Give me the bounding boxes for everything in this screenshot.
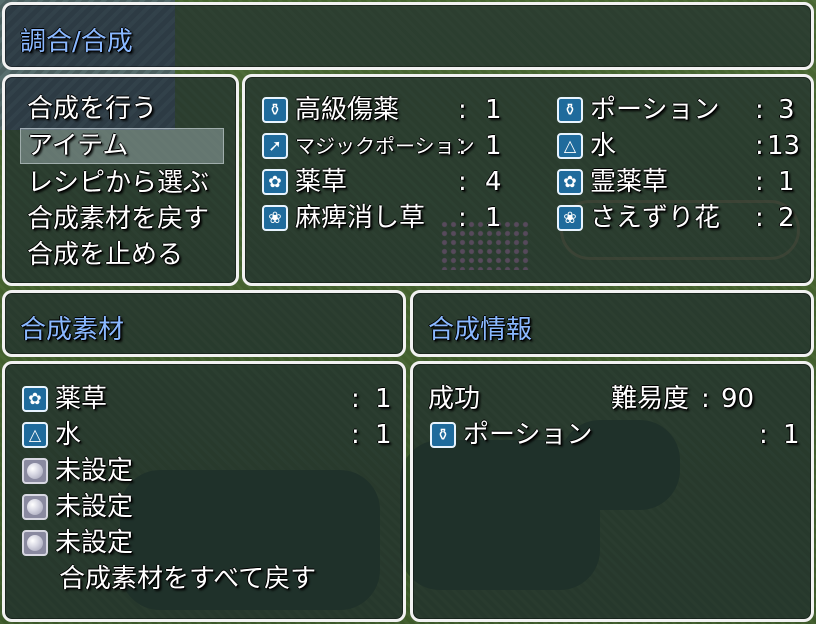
herb-icon: ✿ xyxy=(262,169,288,195)
menu-item-items[interactable]: アイテム xyxy=(27,128,128,164)
difficulty-colon: : xyxy=(701,384,710,414)
inventory-item-qty: 4 xyxy=(485,167,502,197)
inventory-item-qty: 1 xyxy=(485,131,502,161)
material-slot-name[interactable]: 未設定 xyxy=(55,525,133,561)
potion-flask-icon: ⚱ xyxy=(262,97,288,123)
difficulty-value: 90 xyxy=(721,384,755,414)
empty-orb-icon xyxy=(22,530,48,556)
inventory-item-qty: 1 xyxy=(485,203,502,233)
return-all-materials-button[interactable]: 合成素材をすべて戻す xyxy=(59,561,316,597)
qty-colon: : xyxy=(755,131,764,161)
qty-colon: : xyxy=(458,131,467,161)
qty-colon: : xyxy=(755,95,764,125)
menu-item-recipes[interactable]: レシピから選ぶ xyxy=(27,165,209,201)
command-menu-window: 合成を行う アイテム レシピから選ぶ 合成素材を戻す 合成を止める xyxy=(2,74,239,286)
inventory-item-name[interactable]: 薬草 xyxy=(295,164,347,200)
synthesis-status: 成功 xyxy=(428,384,481,414)
qty-colon: : xyxy=(458,95,467,125)
material-slot-name[interactable]: 未設定 xyxy=(55,453,133,489)
inventory-item-name[interactable]: 麻痺消し草 xyxy=(295,200,425,236)
flower-icon: ❀ xyxy=(557,205,583,231)
qty-colon: : xyxy=(458,167,467,197)
qty-colon: : xyxy=(458,203,467,233)
material-slot-name[interactable]: 水 xyxy=(55,417,81,453)
info-window: 成功 難易度 : 90 ⚱ ポーション : 1 xyxy=(410,361,814,622)
materials-title-window: 合成素材 xyxy=(2,290,406,357)
inventory-item-name[interactable]: マジックポーション xyxy=(295,128,475,164)
inventory-item-qty: 1 xyxy=(485,95,502,125)
materials-window: ✿ 薬草 : 1 △ 水 : 1 未設定 未設定 未設定 合成素材をすべて戻す xyxy=(2,361,406,622)
qty-colon: : xyxy=(755,203,764,233)
wand-icon: ➚ xyxy=(262,133,288,159)
difficulty-label: 難易度 xyxy=(611,384,690,414)
header-window: 調合/合成 xyxy=(2,2,814,70)
material-slot-name[interactable]: 薬草 xyxy=(55,381,107,417)
flower-icon: ❀ xyxy=(262,205,288,231)
herb-icon: ✿ xyxy=(557,169,583,195)
water-jar-icon: △ xyxy=(557,133,583,159)
potion-flask-icon: ⚱ xyxy=(557,97,583,123)
herb-icon: ✿ xyxy=(22,386,48,412)
material-slot-name[interactable]: 未設定 xyxy=(55,489,133,525)
qty-colon: : xyxy=(755,167,764,197)
result-item-name: ポーション xyxy=(463,420,593,450)
inventory-item-name[interactable]: 高級傷薬 xyxy=(295,92,399,128)
inventory-item-name[interactable]: さえずり花 xyxy=(590,200,720,236)
qty-colon: : xyxy=(351,384,360,414)
menu-item-synthesize[interactable]: 合成を行う xyxy=(27,91,157,127)
inventory-item-name[interactable]: ポーション xyxy=(590,92,719,128)
page-title: 調合/合成 xyxy=(20,27,133,57)
result-item-qty: 1 xyxy=(783,420,800,450)
potion-flask-icon: ⚱ xyxy=(430,422,456,448)
inventory-item-name[interactable]: 水 xyxy=(590,128,616,164)
inventory-item-qty: 2 xyxy=(778,203,795,233)
info-title: 合成情報 xyxy=(428,315,533,345)
inventory-item-name[interactable]: 霊薬草 xyxy=(590,164,668,200)
menu-item-return-materials[interactable]: 合成素材を戻す xyxy=(27,201,209,237)
water-jar-icon: △ xyxy=(22,422,48,448)
materials-title: 合成素材 xyxy=(20,315,125,345)
inventory-item-qty: 1 xyxy=(778,167,795,197)
qty-colon: : xyxy=(351,420,360,450)
material-slot-qty: 1 xyxy=(375,420,392,450)
inventory-item-qty: 3 xyxy=(778,95,795,125)
inventory-window: ⚱ 高級傷薬 : 1 ⚱ ポーション : 3 ➚ マジックポーション : 1 △… xyxy=(242,74,814,286)
qty-colon: : xyxy=(759,420,768,450)
empty-orb-icon xyxy=(22,458,48,484)
info-title-window: 合成情報 xyxy=(410,290,814,357)
menu-item-quit[interactable]: 合成を止める xyxy=(27,237,183,273)
inventory-item-qty: 13 xyxy=(767,131,801,161)
empty-orb-icon xyxy=(22,494,48,520)
material-slot-qty: 1 xyxy=(375,384,392,414)
